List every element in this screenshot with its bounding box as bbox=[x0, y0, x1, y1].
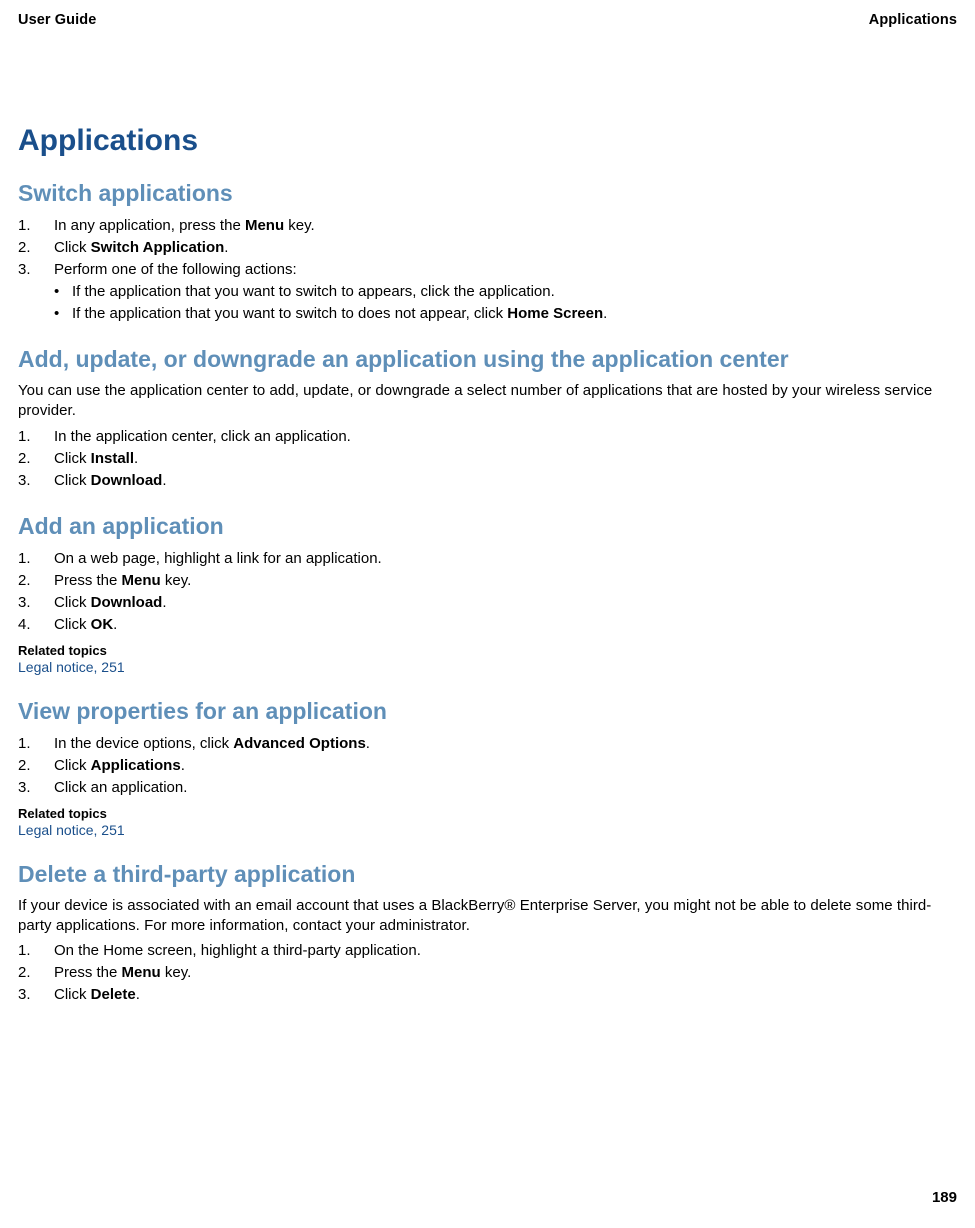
step-item: In the device options, click Advanced Op… bbox=[18, 733, 957, 754]
header-right: Applications bbox=[869, 12, 957, 28]
step-item: In any application, press the Menu key. bbox=[18, 215, 957, 236]
step-item: In the application center, click an appl… bbox=[18, 426, 957, 447]
related-topics-heading: Related topics bbox=[18, 643, 957, 658]
step-item: Perform one of the following actions: bbox=[18, 259, 957, 280]
section-title-view-properties: View properties for an application bbox=[18, 698, 957, 725]
page-number: 189 bbox=[932, 1189, 957, 1206]
intro-application-center: You can use the application center to ad… bbox=[18, 381, 957, 422]
related-topics-link-legal-notice[interactable]: Legal notice, 251 bbox=[18, 658, 957, 676]
step-item: Click Applications. bbox=[18, 755, 957, 776]
step-item: Press the Menu key. bbox=[18, 570, 957, 591]
section-title-switch-applications: Switch applications bbox=[18, 180, 957, 207]
bullet-item: If the application that you want to swit… bbox=[18, 281, 957, 302]
header-left: User Guide bbox=[18, 12, 96, 28]
section-title-add-application: Add an application bbox=[18, 513, 957, 540]
bullet-item: If the application that you want to swit… bbox=[18, 303, 957, 324]
steps-view-properties: In the device options, click Advanced Op… bbox=[18, 733, 957, 798]
step-item: Press the Menu key. bbox=[18, 962, 957, 983]
steps-application-center: In the application center, click an appl… bbox=[18, 426, 957, 491]
step-item: Click Download. bbox=[18, 592, 957, 613]
step-item: On a web page, highlight a link for an a… bbox=[18, 548, 957, 569]
step-item: Click Install. bbox=[18, 448, 957, 469]
step-item: On the Home screen, highlight a third-pa… bbox=[18, 940, 957, 961]
step-item: Click Download. bbox=[18, 470, 957, 491]
section-title-application-center: Add, update, or downgrade an application… bbox=[18, 346, 957, 373]
steps-add-application: On a web page, highlight a link for an a… bbox=[18, 548, 957, 635]
page-header: User Guide Applications bbox=[18, 12, 957, 28]
bullets-switch-applications: If the application that you want to swit… bbox=[18, 281, 957, 324]
intro-delete-third-party: If your device is associated with an ema… bbox=[18, 896, 957, 937]
step-item: Click Delete. bbox=[18, 984, 957, 1005]
step-item: Click an application. bbox=[18, 777, 957, 798]
step-item: Click Switch Application. bbox=[18, 237, 957, 258]
steps-delete-third-party: On the Home screen, highlight a third-pa… bbox=[18, 940, 957, 1005]
section-title-delete-third-party: Delete a third-party application bbox=[18, 861, 957, 888]
main-title: Applications bbox=[18, 124, 957, 158]
steps-switch-applications: In any application, press the Menu key. … bbox=[18, 215, 957, 280]
step-item: Click OK. bbox=[18, 614, 957, 635]
related-topics-link-legal-notice[interactable]: Legal notice, 251 bbox=[18, 821, 957, 839]
related-topics-heading: Related topics bbox=[18, 806, 957, 821]
